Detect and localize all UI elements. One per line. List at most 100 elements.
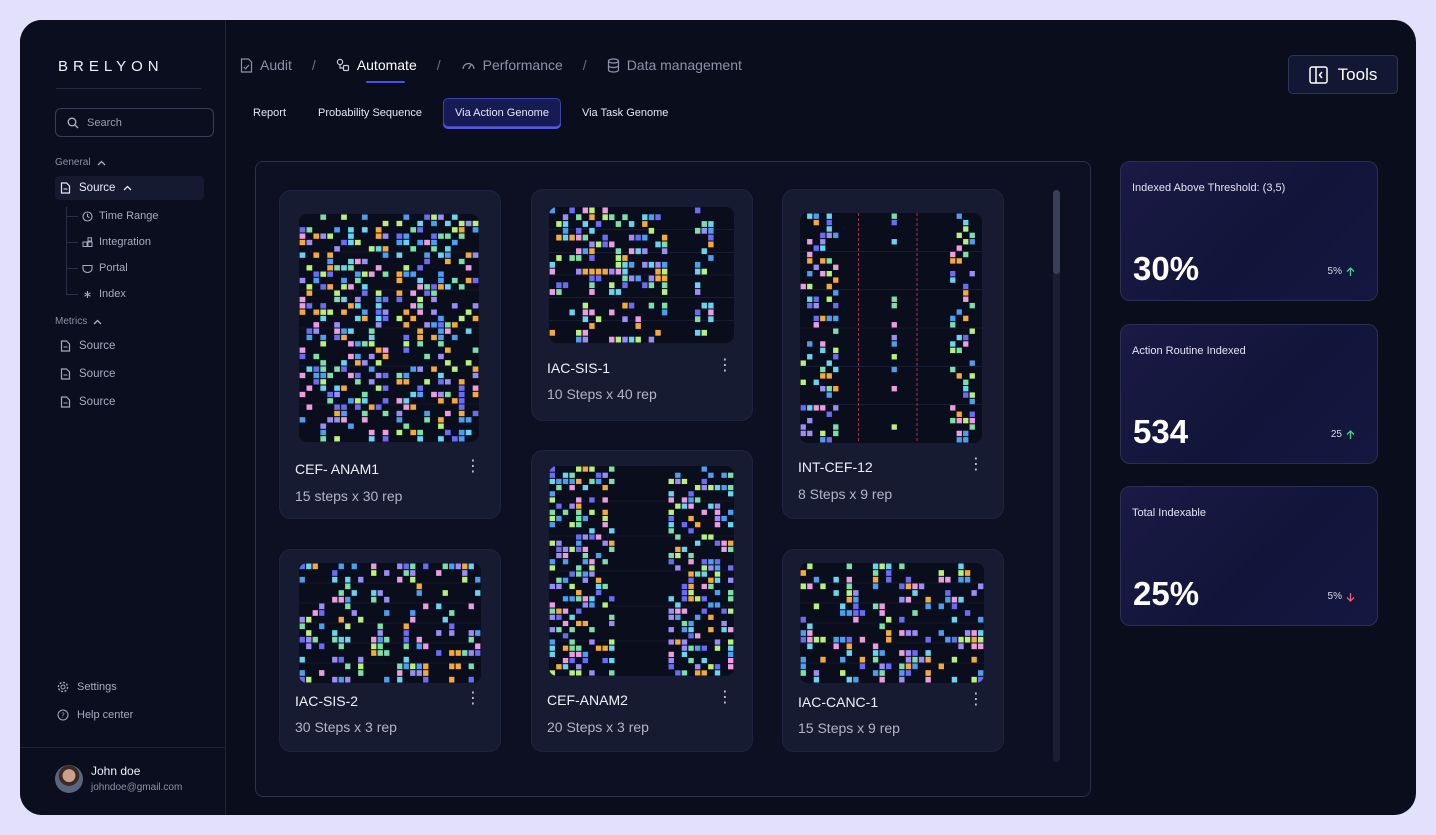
genome-cell bbox=[327, 372, 334, 379]
genome-cell bbox=[891, 424, 897, 430]
genome-cell bbox=[872, 570, 879, 576]
sidebar-item-metrics-source[interactable]: Source bbox=[55, 390, 204, 414]
sidebar-subitem-time-range[interactable]: Time Range bbox=[82, 210, 159, 222]
genome-cell bbox=[458, 436, 465, 442]
genome-cell bbox=[465, 429, 472, 436]
genome-cell bbox=[589, 602, 595, 608]
genome-cell bbox=[582, 577, 589, 583]
genome-cell bbox=[956, 411, 962, 417]
genome-cell bbox=[602, 485, 608, 491]
genome-cell bbox=[562, 559, 569, 565]
genome-cell bbox=[424, 239, 430, 246]
genome-cell bbox=[681, 627, 688, 633]
genome-cell bbox=[396, 372, 403, 379]
tab-probability-sequence[interactable]: Probability Sequence bbox=[307, 98, 433, 127]
tree-branch bbox=[66, 242, 78, 243]
genome-cell bbox=[569, 485, 575, 491]
genome-cell bbox=[320, 341, 327, 347]
genome-cell bbox=[299, 391, 306, 398]
genome-cell bbox=[956, 232, 962, 239]
genome-card[interactable]: CEF-ANAM2 ⋮ 20 Steps x 3 rep bbox=[531, 450, 753, 752]
genome-cell bbox=[562, 664, 569, 670]
section-metrics[interactable]: Metrics bbox=[55, 316, 102, 327]
genome-cell bbox=[424, 417, 430, 423]
genome-cell bbox=[963, 430, 969, 437]
section-metrics-label: Metrics bbox=[55, 316, 88, 327]
genome-cell bbox=[348, 303, 354, 309]
genome-cell bbox=[589, 248, 595, 255]
sidebar-item-metrics-source[interactable]: Source bbox=[55, 334, 204, 358]
genome-card[interactable]: IAC-SIS-2 ⋮ 30 Steps x 3 rep bbox=[279, 549, 501, 752]
genome-cell bbox=[416, 636, 422, 643]
sidebar-subitem-portal[interactable]: Portal bbox=[82, 262, 128, 274]
genome-cell bbox=[368, 379, 375, 385]
genome-cell bbox=[299, 252, 306, 258]
tab-via-task-genome[interactable]: Via Task Genome bbox=[571, 98, 679, 127]
avatar[interactable] bbox=[55, 765, 83, 793]
nav-automate[interactable]: Automate bbox=[336, 57, 417, 83]
nav-performance[interactable]: Performance bbox=[461, 57, 563, 73]
genome-cell bbox=[582, 534, 589, 540]
genome-cell bbox=[595, 221, 602, 227]
tab-via-action-genome[interactable]: Via Action Genome bbox=[443, 98, 561, 127]
genome-cell bbox=[688, 528, 694, 534]
genome-cell bbox=[609, 620, 615, 627]
genome-cell bbox=[899, 650, 905, 656]
more-options-icon[interactable]: ⋮ bbox=[465, 691, 481, 707]
genome-cell bbox=[694, 670, 701, 676]
genome-cell bbox=[396, 290, 403, 296]
more-options-icon[interactable]: ⋮ bbox=[968, 457, 984, 473]
tools-button[interactable]: Tools bbox=[1288, 55, 1398, 94]
nav-data-management[interactable]: Data management bbox=[607, 57, 742, 73]
genome-cell bbox=[438, 417, 444, 423]
genome-cell bbox=[622, 275, 628, 282]
more-options-icon[interactable]: ⋮ bbox=[717, 690, 733, 706]
genome-cell bbox=[368, 366, 375, 372]
genome-cell bbox=[465, 265, 472, 271]
sidebar-item-metrics-source[interactable]: Source bbox=[55, 362, 204, 386]
genome-cell bbox=[950, 251, 956, 258]
help-center-link[interactable]: ? Help center bbox=[57, 709, 133, 721]
settings-link[interactable]: Settings bbox=[57, 681, 117, 693]
genome-cell bbox=[708, 234, 714, 241]
genome-cell bbox=[807, 302, 813, 309]
genome-cell bbox=[945, 596, 951, 603]
sidebar-item-source[interactable]: Source bbox=[55, 176, 204, 200]
sidebar-subitem-index[interactable]: Index bbox=[82, 288, 126, 300]
genome-card[interactable]: IAC-CANC-1 ⋮ 15 Steps x 9 rep bbox=[782, 549, 1004, 752]
genome-cell bbox=[475, 590, 481, 596]
genome-cell bbox=[701, 571, 707, 577]
genome-cell bbox=[813, 213, 819, 219]
sidebar-subitem-integration[interactable]: Integration bbox=[82, 236, 151, 248]
nav-audit[interactable]: Audit bbox=[240, 57, 292, 73]
genome-cell bbox=[727, 509, 734, 515]
genome-cell bbox=[569, 309, 575, 316]
genome-cell bbox=[602, 602, 608, 608]
genome-cell bbox=[872, 563, 879, 570]
search-input[interactable]: Search bbox=[55, 108, 214, 137]
section-general[interactable]: General bbox=[55, 157, 106, 168]
tab-report[interactable]: Report bbox=[242, 98, 297, 127]
genome-cell bbox=[438, 315, 444, 322]
genome-cell bbox=[556, 478, 562, 485]
more-options-icon[interactable]: ⋮ bbox=[717, 358, 733, 374]
genome-cell bbox=[891, 354, 897, 360]
genome-cell bbox=[963, 239, 969, 245]
more-options-icon[interactable]: ⋮ bbox=[968, 692, 984, 708]
genome-card[interactable]: CEF- ANAM1 ⋮ 15 steps x 30 rep bbox=[279, 190, 501, 519]
genome-cell bbox=[306, 328, 313, 334]
genome-cell bbox=[576, 214, 582, 221]
genome-cell bbox=[912, 590, 918, 596]
scrollbar[interactable] bbox=[1053, 190, 1060, 762]
genome-cell bbox=[969, 424, 975, 430]
genome-cell bbox=[368, 334, 375, 341]
genome-cell bbox=[807, 563, 813, 570]
genome-cell bbox=[727, 590, 734, 596]
genome-card[interactable]: INT-CEF-12 ⋮ 8 Steps x 9 rep bbox=[782, 189, 1004, 519]
genome-card[interactable]: IAC-SIS-1 ⋮ 10 Steps x 40 rep bbox=[531, 189, 753, 421]
scrollbar-thumb[interactable] bbox=[1053, 190, 1060, 274]
more-options-icon[interactable]: ⋮ bbox=[465, 459, 481, 475]
genome-cell bbox=[582, 485, 589, 491]
genome-cell bbox=[826, 360, 832, 366]
genome-cell bbox=[468, 636, 474, 643]
